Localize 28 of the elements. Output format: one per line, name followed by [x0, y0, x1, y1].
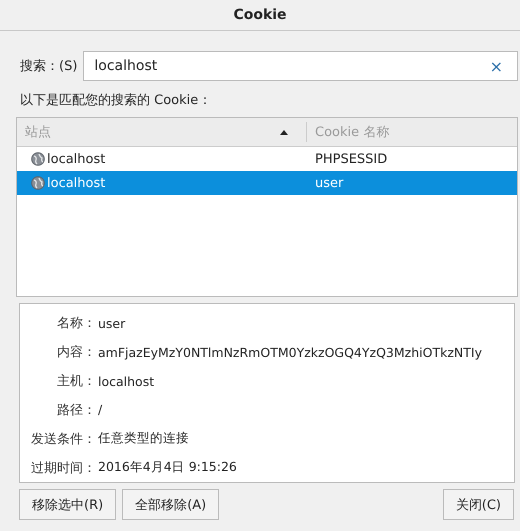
- remove-button[interactable]: 全部移除(A): [122, 489, 220, 520]
- detail-label: 发送条件：: [30, 430, 96, 448]
- detail-label: 内容：: [56, 344, 96, 362]
- detail-value: amFjazEyMzY0NTlmNzRmOTM0YzkzOGQ4YzQ3MzhiOTkzNTIy: [98, 344, 482, 360]
- site-text: localhost: [47, 152, 106, 166]
- globe-icon: [31, 152, 45, 166]
- detail-value: 任意类型的连接: [98, 430, 189, 448]
- window-title: Cookie: [233, 7, 287, 23]
- globe-icon: [31, 176, 45, 190]
- detail-label: 过期时间：: [30, 460, 96, 477]
- detail-label: 主机：: [56, 373, 96, 390]
- detail-label: 名称：: [56, 315, 96, 332]
- remove-button[interactable]: 移除选中(R): [19, 489, 116, 520]
- site-text: localhost: [47, 176, 106, 190]
- detail-value: user: [98, 316, 126, 331]
- search-field[interactable]: localhost ×: [83, 51, 518, 81]
- close-button[interactable]: 关闭(C): [442, 489, 514, 520]
- detail-value: /: [98, 402, 102, 418]
- clear-button[interactable]: ×: [476, 56, 517, 76]
- detail-value: 2016年4月4日 9:15:26: [98, 459, 237, 476]
- search-label: 搜索：(S): [20, 58, 78, 75]
- results-label: 以下是匹配您的搜索的 Cookie：: [20, 92, 212, 109]
- detail-label: 路径：: [56, 402, 96, 419]
- detail-value: localhost: [98, 374, 154, 389]
- cookie-name-text: PHPSESSID: [315, 152, 388, 166]
- cookie-name-text: user: [315, 176, 344, 190]
- table-row[interactable]: localhost user: [17, 171, 517, 195]
- table-row[interactable]: localhost PHPSESSID: [17, 147, 517, 171]
